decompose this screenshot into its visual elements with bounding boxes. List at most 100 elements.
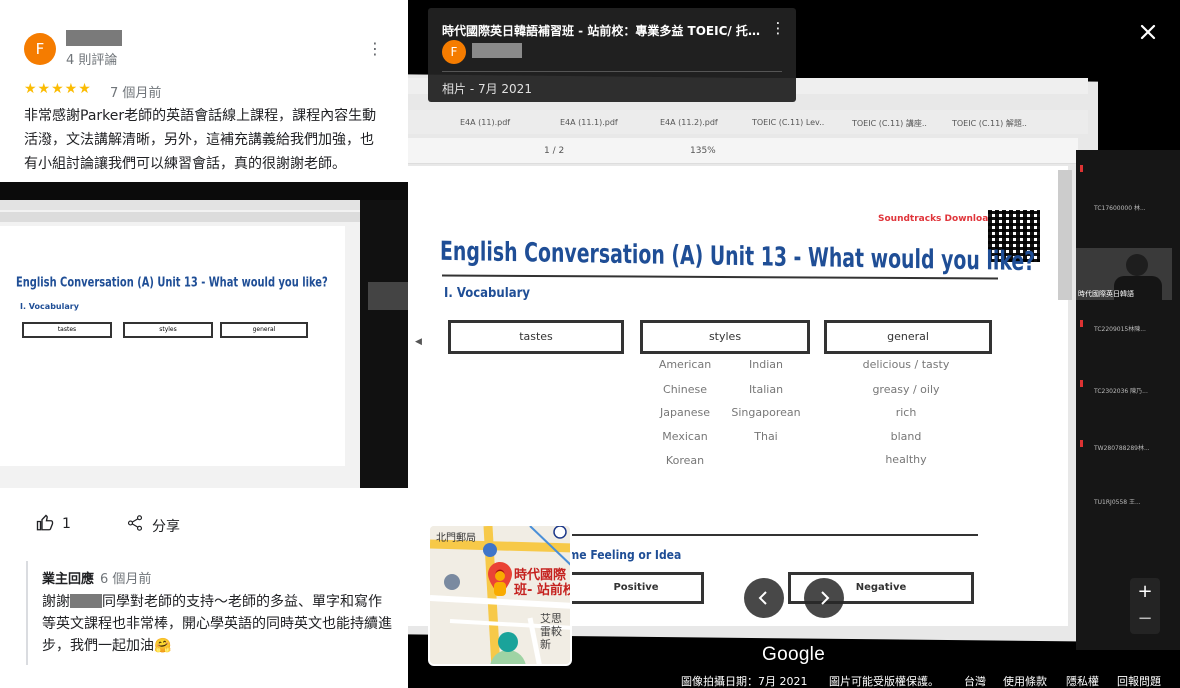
photo-box-tastes: tastes	[22, 322, 112, 338]
minimap-place-line: 時代國際	[514, 568, 567, 583]
minimap-place-label: 時代國際 班- 站前校	[514, 568, 572, 598]
reviewer-name-redacted[interactable]	[66, 30, 122, 46]
photo-more-options-icon[interactable]: ⋮	[770, 19, 786, 37]
photo-side-panel	[360, 200, 408, 488]
viewer-footer: 圖像拍攝日期：7月 2021 圖片可能受版權保護。 台灣 使用條款 隱私權 回報…	[408, 670, 1180, 688]
pdf-tab: E4A (11.1).pdf	[560, 118, 618, 127]
mic-muted-icon	[1080, 165, 1083, 172]
vocab-word: healthy	[885, 453, 927, 466]
photo-viewer[interactable]: E4A (11).pdf E4A (11.1).pdf E4A (11.2).p…	[408, 0, 1180, 688]
redacted-name	[70, 594, 102, 608]
vocab-box-styles: styles	[640, 320, 810, 354]
location-minimap[interactable]: 北門郵局 時代國際 班- 站前校 艾思 雷較新	[428, 524, 572, 666]
vocab-word: bland	[890, 430, 922, 443]
section-rule	[568, 534, 978, 536]
meeting-participant-panel	[1076, 150, 1180, 650]
collapse-panel-button[interactable]: ◀	[408, 320, 431, 368]
vocab-word: greasy / oily	[872, 383, 940, 396]
privacy-link[interactable]: 隱私權	[1066, 673, 1099, 688]
pdf-tab: E4A (11).pdf	[460, 118, 511, 127]
photo-toolbar	[0, 212, 360, 222]
pdf-scrollbar	[1058, 170, 1072, 300]
photo-doc-section: I. Vocabulary	[20, 302, 79, 311]
like-count: 1	[62, 516, 71, 532]
owner-reply-text: 謝謝 同學對老師的支持～老師的多益、單字和寫作等英文課程也非常棒，開心學英語的同時…	[42, 591, 392, 657]
review-panel: F 4 則評論 ⋮ ★★★★★ 7 個月前 非常感謝Parker老師的英語會話線…	[0, 0, 408, 688]
participant-label: TC17600000 林...	[1094, 205, 1146, 212]
review-more-options-icon[interactable]: ⋮	[367, 40, 383, 58]
pdf-app-toolbar: 1 / 2 135%	[408, 138, 1078, 164]
pdf-tab: TOEIC (C.11) 講座..	[852, 119, 927, 128]
participant-label: TC2302036 陳乃...	[1094, 388, 1148, 395]
zoom-control: + −	[1130, 578, 1160, 634]
participant-label: TC2209015林陳...	[1094, 326, 1146, 333]
report-problem-link[interactable]: 回報問題	[1117, 673, 1161, 688]
pdf-page-indicator: 1 / 2	[544, 146, 565, 156]
participant-video-label: 時代國際英日韓語	[1078, 290, 1134, 298]
review-photo-thumbnail[interactable]: English Conversation (A) Unit 13 - What …	[0, 182, 408, 488]
copyright-notice: 圖片可能受版權保護。	[829, 675, 939, 688]
vocab-word: American	[658, 358, 712, 371]
capture-date: 圖像拍攝日期：7月 2021	[681, 675, 808, 688]
pdf-zoom-level: 135%	[690, 146, 716, 156]
pdf-tab: TOEIC (C.11) 解題..	[952, 119, 1027, 128]
photo-info-card: 時代國際英日韓語補習班 - 站前校：專業多益 TOEIC/ 托福 ... ⋮ F…	[428, 8, 796, 102]
owner-reply: 業主回應 6 個月前 謝謝 同學對老師的支持～老師的多益、單字和寫作等英文課程也非常…	[26, 561, 392, 665]
participant-label: TW280788289林...	[1094, 445, 1150, 452]
vocab-word: Italian	[748, 383, 784, 396]
zoom-out-button[interactable]: −	[1130, 606, 1160, 634]
positive-box: Positive	[568, 572, 704, 604]
pdf-app-tabs: E4A (11).pdf E4A (11.1).pdf E4A (11.2).p…	[408, 110, 1088, 134]
vocab-word: Thai	[754, 430, 778, 443]
participant-label: TU1RJ0558 王...	[1094, 499, 1141, 506]
next-photo-button[interactable]	[804, 578, 844, 618]
chevron-left-icon: ◀	[415, 337, 422, 347]
vocab-word: Korean	[665, 454, 705, 467]
minimap-street-label: 北門郵局	[436, 533, 476, 544]
minimap-nearby-line: 艾思	[540, 612, 562, 625]
vocab-box-tastes: tastes	[448, 320, 624, 354]
place-title[interactable]: 時代國際英日韓語補習班 - 站前校：專業多益 TOEIC/ 托福 ...	[442, 22, 762, 39]
photo-document	[0, 226, 345, 466]
vocabulary-heading: I. Vocabulary	[444, 286, 531, 301]
photo-meta: 相片 - 7月 2021	[442, 82, 532, 96]
reviewer-avatar[interactable]: F	[24, 33, 56, 65]
uploader-avatar[interactable]: F	[442, 40, 466, 64]
owner-reply-date: 6 個月前	[100, 572, 152, 587]
reviewer-review-count: 4 則評論	[66, 53, 118, 68]
terms-link[interactable]: 使用條款	[1003, 673, 1047, 688]
close-viewer-button[interactable]	[1136, 20, 1160, 44]
region-link[interactable]: 台灣	[964, 673, 986, 688]
star-rating: ★★★★★	[24, 81, 92, 97]
uploader-name-redacted[interactable]	[472, 43, 522, 58]
vocab-word: Mexican	[662, 430, 708, 443]
minimap-nearby-line: 雷較新	[540, 625, 562, 651]
like-button[interactable]: 1	[36, 514, 76, 536]
chevron-right-icon	[821, 591, 830, 605]
review-date: 7 個月前	[110, 86, 162, 101]
minimap-nearby-label: 艾思 雷較新	[540, 612, 570, 651]
share-button[interactable]: 分享	[126, 514, 186, 536]
zoom-in-button[interactable]: +	[1130, 578, 1160, 606]
vocab-box-general: general	[824, 320, 992, 354]
participant-head	[1126, 254, 1148, 276]
vocab-word: delicious / tasty	[862, 358, 950, 371]
photo-box-styles: styles	[123, 322, 213, 338]
share-icon	[127, 515, 143, 531]
photo-camera-tile	[368, 282, 408, 310]
share-label: 分享	[152, 519, 180, 535]
vocab-word: Chinese	[663, 383, 707, 396]
section-2-heading: me Feeling or Idea	[568, 548, 682, 562]
close-icon	[1140, 24, 1156, 40]
pdf-tab: TOEIC (C.11) Lev..	[752, 118, 825, 127]
photo-doc-title: English Conversation (A) Unit 13 - What …	[16, 274, 328, 291]
vocab-word: Japanese	[660, 406, 710, 419]
street-view-pegman-icon	[494, 571, 506, 596]
google-logo: Google	[762, 644, 826, 665]
photo-tabbar	[0, 200, 360, 210]
previous-photo-button[interactable]	[744, 578, 784, 618]
review-text: 非常感謝Parker老師的英語會話線上課程，課程內容生動活潑，文法講解清晰，另外…	[24, 108, 377, 172]
owner-reply-label: 業主回應	[42, 572, 95, 587]
owner-reply-header: 業主回應 6 個月前	[42, 568, 392, 587]
minimap-place-line: 班- 站前校	[514, 583, 572, 598]
